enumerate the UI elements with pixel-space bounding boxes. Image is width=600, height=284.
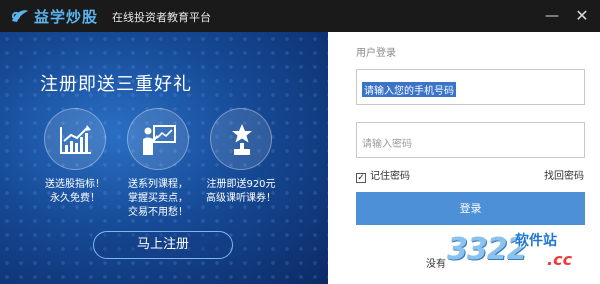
register-now-button[interactable]: 马上注册 [93,231,233,259]
promo-circle-indicator [44,108,106,170]
promo-title: 注册即送三重好礼 [40,74,192,95]
logo-icon [11,10,28,22]
promo-feature-line: 注册即送920元 [206,179,276,190]
promo-feature-line: 交易不用愁！ [128,207,188,218]
phone-input-value: 请输入您的手机号码 [362,82,456,97]
forgot-password-link[interactable]: 找回密码 [544,167,584,182]
password-placeholder: 请输入密码 [362,139,412,150]
login-title: 用户登录 [356,48,396,59]
minimize-button[interactable]: — [540,4,564,28]
watermark-domain: .cc [547,250,573,269]
remember-password[interactable]: ✓ 记住密码 [356,167,410,183]
close-button[interactable]: ✕ [570,4,594,28]
watermark-site: 软件站 [515,233,557,249]
chart-trend-icon [60,125,91,154]
app-subtitle: 在线投资者教育平台 [112,11,211,24]
trophy-star-icon [232,124,252,155]
title-bar[interactable]: 益学炒股 在线投资者教育平台 — ✕ [0,0,600,32]
promo-feature-line: 高级课听课券！ [206,193,276,204]
phone-input[interactable]: 请输入您的手机号码 [356,69,585,105]
teacher-board-icon [143,125,176,155]
promo-feature-voucher: 注册即送920元 高级课听课券！ [191,178,291,206]
login-window: 益学炒股 在线投资者教育平台 — ✕ 注册即送三重好礼 送选股指标！ 永久免费！… [0,0,600,284]
watermark: 3322 软件站 .cc [437,212,597,284]
password-input[interactable]: 请输入密码 [356,122,585,158]
promo-circle-voucher [210,108,272,170]
promo-circle-course [127,108,189,170]
brand-name: 益学炒股 [34,8,99,26]
remember-checkbox[interactable]: ✓ [356,173,366,183]
promo-panel: 注册即送三重好礼 送选股指标！ 永久免费！ 送系列课程， 掌握买卖点， 交易不用… [0,32,328,284]
remember-label: 记住密码 [370,171,410,182]
